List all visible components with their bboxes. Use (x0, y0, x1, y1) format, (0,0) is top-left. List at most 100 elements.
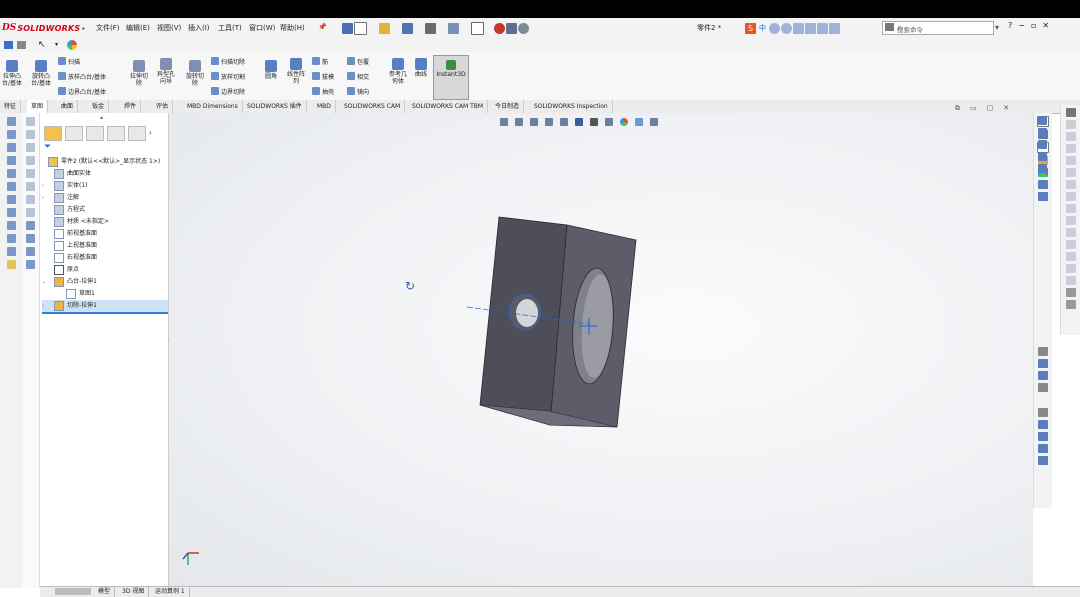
right-sketch-icon-8[interactable] (1066, 192, 1076, 201)
dropdown-chevron-icon[interactable]: ▾ (995, 23, 999, 32)
sketch-tool-icon-3[interactable] (26, 143, 35, 152)
sketch-tool-icon-12[interactable] (26, 260, 35, 269)
curves-button[interactable]: 曲线 (412, 58, 430, 78)
tab-features[interactable]: 特征 (0, 100, 22, 113)
menu-view[interactable]: 视图(V) (157, 23, 181, 33)
menu-tools[interactable]: 工具(T) (218, 23, 242, 33)
menu-edit[interactable]: 编辑(E) (126, 23, 150, 33)
loft-cut-button[interactable]: 放样切割 (211, 71, 245, 81)
left-tool-icon-3[interactable] (6, 143, 16, 152)
pin-icon[interactable]: 📌 (318, 23, 327, 31)
instant3d-button[interactable]: Instant3D (433, 55, 469, 100)
extrude-cut-button[interactable]: 拉伸切 除 (127, 60, 151, 87)
menu-window[interactable]: 窗口(W) (249, 23, 275, 33)
view-tool-icon-16[interactable] (1038, 456, 1048, 465)
left-tool-icon-10[interactable] (6, 234, 16, 243)
right-sketch-icon-5[interactable] (1066, 156, 1076, 165)
restore-icon[interactable]: ▫ (1031, 21, 1036, 30)
right-sketch-icon-4[interactable] (1066, 144, 1076, 153)
search-scope-icon[interactable] (885, 23, 894, 31)
home-icon[interactable] (342, 22, 353, 34)
draft-button[interactable]: 拔模 (312, 71, 334, 81)
display-manager-tab-icon[interactable] (128, 125, 146, 141)
sketch-tool-icon-1[interactable] (26, 117, 35, 126)
right-sketch-icon-3[interactable] (1066, 132, 1076, 141)
feature-tree-tab-icon[interactable] (44, 125, 62, 141)
right-sketch-icon-11[interactable] (1066, 228, 1076, 237)
right-sketch-icon-10[interactable] (1066, 216, 1076, 225)
file-properties-icon[interactable] (506, 22, 517, 34)
rebuild-icon[interactable] (494, 22, 505, 34)
save-icon[interactable] (402, 22, 413, 34)
tab-solidworks-cam[interactable]: SOLIDWORKS CAM (340, 100, 406, 113)
feature-tool-icon-3[interactable] (1037, 140, 1047, 149)
tab-solidworks-inspection[interactable]: SOLIDWORKS Inspection (530, 100, 613, 113)
layout-icon[interactable] (17, 41, 26, 49)
feature-tool-icon-5[interactable] (1037, 164, 1047, 173)
right-sketch-icon-16[interactable] (1066, 288, 1076, 297)
loft-button[interactable]: 放样凸台/基体 (58, 71, 106, 81)
viewport-minimize-icon[interactable]: ▭ (970, 104, 977, 113)
select-pointer-icon[interactable]: ↖ (38, 40, 46, 50)
view-tool-icon-10[interactable] (1038, 371, 1048, 380)
tree-item-origin[interactable]: 原点 (42, 264, 168, 276)
tree-item-cut-extrude[interactable]: › 切除-拉伸1 (42, 300, 168, 314)
tree-item-solid-bodies[interactable]: › 实体(1) (42, 180, 168, 192)
left-tool-icon-12[interactable] (6, 260, 16, 269)
tree-item-annotations[interactable]: › 注解 (42, 192, 168, 204)
right-sketch-icon-2[interactable] (1066, 120, 1076, 129)
view-tool-icon-9[interactable] (1038, 359, 1048, 368)
left-tool-icon-7[interactable] (6, 195, 16, 204)
tree-item-part[interactable]: 零件2 (默认<<默认>_显示状态 1>) (42, 156, 168, 168)
appearance-icon[interactable] (67, 40, 77, 50)
view-tool-icon-14[interactable] (1038, 432, 1048, 441)
tab-surfaces[interactable]: 曲面 (57, 100, 79, 113)
sketch-tool-icon-6[interactable] (26, 182, 35, 191)
right-sketch-icon-13[interactable] (1066, 252, 1076, 261)
left-tool-icon-4[interactable] (6, 156, 16, 165)
panel-expand-arrow-icon[interactable]: ▴ (100, 114, 103, 121)
view-tool-icon-8[interactable] (1038, 347, 1048, 356)
right-sketch-icon-15[interactable] (1066, 276, 1076, 285)
extrude-boss-button[interactable]: 拉伸凸 台/基体 (0, 60, 24, 87)
search-icon[interactable]: ⌕ (897, 23, 990, 33)
dimxpert-tab-icon[interactable] (107, 125, 125, 141)
left-tool-icon-5[interactable] (6, 169, 16, 178)
open-folder-icon[interactable] (379, 22, 390, 34)
sketch-tool-icon-8[interactable] (26, 208, 35, 217)
left-tool-icon-2[interactable] (6, 130, 16, 139)
tab-solidworks-cam-tbm[interactable]: SOLIDWORKS CAM TBM (408, 100, 489, 113)
sketch-tool-icon-7[interactable] (26, 195, 35, 204)
solidworks-logo[interactable]: DS SOLIDWORKS ▸ (2, 22, 85, 34)
undo-icon[interactable] (448, 22, 459, 34)
intersect-button[interactable]: 相交 (347, 71, 369, 81)
tree-item-top-plane[interactable]: 上视基准面 (42, 240, 168, 252)
menu-file[interactable]: 文件(F) (96, 23, 120, 33)
filter-icon[interactable]: ⏷ (44, 142, 51, 152)
reference-geometry-button[interactable]: 参考几 何体 (386, 58, 410, 85)
tree-item-front-plane[interactable]: 前视基准面 (42, 228, 168, 240)
tab-scroll-control[interactable] (55, 588, 91, 595)
menu-insert[interactable]: 插入(I) (188, 23, 210, 33)
rib-button[interactable]: 筋 (312, 56, 334, 66)
boundary-cut-button[interactable]: 边界切除 (211, 86, 245, 96)
view-tool-icon-12[interactable] (1038, 408, 1048, 417)
view-tool-icon-11[interactable] (1038, 383, 1048, 392)
sketch-tool-icon-4[interactable] (26, 156, 35, 165)
tree-item-surface-bodies[interactable]: 曲面实体 (42, 168, 168, 180)
toolbox-icon[interactable] (829, 22, 840, 34)
tree-item-boss-extrude[interactable]: ⌄ 凸台-拉伸1 (42, 276, 168, 288)
tab-weldments[interactable]: 焊件 (120, 100, 142, 113)
search-commands-box[interactable]: 搜索命令 ⌕ (882, 21, 994, 35)
mic-icon[interactable] (793, 22, 804, 34)
minimize-icon[interactable]: − (1018, 21, 1025, 30)
toolbar-toggle-icon[interactable] (4, 41, 13, 49)
view-tool-icon-13[interactable] (1038, 420, 1048, 429)
hole-wizard-button[interactable]: 异型孔 向导 (153, 58, 179, 85)
left-tool-icon-1[interactable] (6, 117, 16, 126)
shell-button[interactable]: 抽壳 (312, 86, 334, 96)
tree-item-right-plane[interactable]: 右视基准面 (42, 252, 168, 264)
tab-evaluate[interactable]: 评估 (152, 100, 174, 113)
tree-item-equations[interactable]: 方程式 (42, 204, 168, 216)
menu-help[interactable]: 帮助(H) (280, 23, 305, 33)
